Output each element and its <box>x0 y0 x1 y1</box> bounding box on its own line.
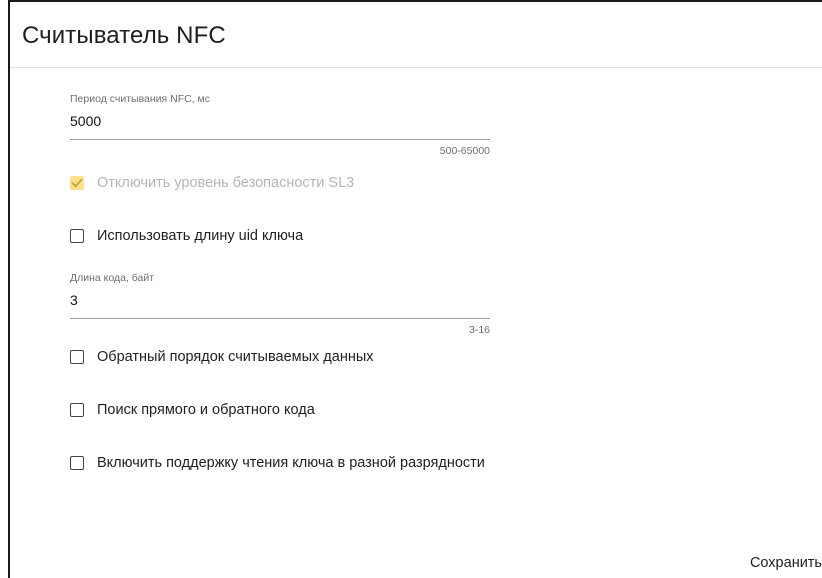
disable-sl3-label: Отключить уровень безопасности SL3 <box>97 175 355 191</box>
variable-bit-depth-label[interactable]: Включить поддержку чтения ключа в разной… <box>97 455 485 471</box>
nfc-reader-panel: Считыватель NFC Период считывания NFC, м… <box>8 0 822 578</box>
read-period-range-hint: 500-65000 <box>439 145 490 157</box>
code-length-range-hint: 3-16 <box>468 324 490 336</box>
disable-sl3-checkbox-row: Отключить уровень безопасности SL3 <box>70 172 354 194</box>
search-forward-reverse-checkbox-row[interactable]: Поиск прямого и обратного кода <box>70 399 315 421</box>
disable-sl3-checkbox <box>70 176 84 190</box>
read-period-label: Период считывания NFC, мс <box>70 93 211 105</box>
variable-bit-depth-checkbox[interactable] <box>70 456 84 470</box>
use-uid-length-checkbox[interactable] <box>70 229 84 243</box>
code-length-field[interactable]: Длина кода, байт 3 3-16 <box>70 272 490 347</box>
search-forward-reverse-label[interactable]: Поиск прямого и обратного кода <box>97 402 315 418</box>
use-uid-length-label[interactable]: Использовать длину uid ключа <box>97 228 303 244</box>
check-icon <box>71 178 83 188</box>
code-length-underline <box>70 318 490 319</box>
read-period-field[interactable]: Период считывания NFC, мс 5000 500-65000 <box>70 93 490 168</box>
reverse-order-label[interactable]: Обратный порядок считываемых данных <box>97 349 374 365</box>
reverse-order-checkbox[interactable] <box>70 350 84 364</box>
panel-header: Считыватель NFC <box>10 2 822 68</box>
read-period-underline <box>70 139 490 140</box>
use-uid-length-checkbox-row[interactable]: Использовать длину uid ключа <box>70 225 303 247</box>
code-length-label: Длина кода, байт <box>70 272 155 284</box>
save-button[interactable]: Сохранить <box>750 555 822 571</box>
reverse-order-checkbox-row[interactable]: Обратный порядок считываемых данных <box>70 346 374 368</box>
search-forward-reverse-checkbox[interactable] <box>70 403 84 417</box>
read-period-input[interactable]: 5000 <box>70 113 101 129</box>
panel-title: Считыватель NFC <box>22 22 226 49</box>
variable-bit-depth-checkbox-row[interactable]: Включить поддержку чтения ключа в разной… <box>70 452 485 474</box>
code-length-input[interactable]: 3 <box>70 292 78 308</box>
